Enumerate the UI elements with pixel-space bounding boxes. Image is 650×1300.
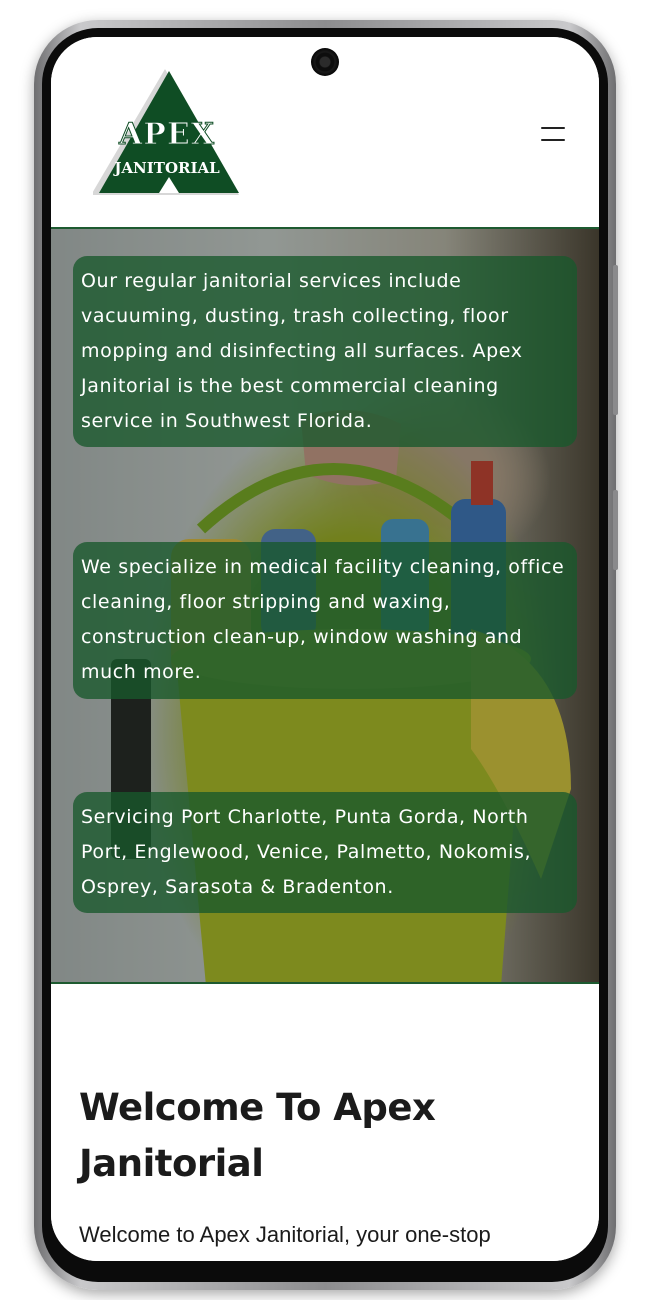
service-areas-info-box: Servicing Port Charlotte, Punta Gorda, N… bbox=[73, 792, 577, 913]
phone-screen: APEX JANITORIAL Our regular janitorial s… bbox=[51, 37, 599, 1261]
apex-janitorial-logo[interactable]: APEX JANITORIAL bbox=[93, 65, 241, 199]
service-areas-paragraph: Servicing Port Charlotte, Punta Gorda, N… bbox=[81, 806, 532, 898]
power-button bbox=[613, 490, 618, 570]
specialties-info-box: We specialize in medical facility cleani… bbox=[73, 542, 577, 699]
services-info-box: Our regular janitorial services include … bbox=[73, 256, 577, 447]
hero-section: Our regular janitorial services include … bbox=[51, 227, 599, 984]
menu-bar-bottom bbox=[541, 139, 565, 141]
welcome-section: Welcome To Apex Janitorial Welcome to Ap… bbox=[51, 984, 599, 1261]
welcome-heading: Welcome To Apex Janitorial bbox=[79, 1086, 436, 1185]
specialties-paragraph: We specialize in medical facility cleani… bbox=[81, 556, 565, 683]
volume-button bbox=[613, 265, 618, 415]
menu-bar-top bbox=[541, 127, 565, 129]
services-paragraph: Our regular janitorial services include … bbox=[81, 270, 523, 432]
front-camera-icon bbox=[311, 48, 339, 76]
welcome-intro-text: Welcome to Apex Janitorial, your one-sto… bbox=[79, 1222, 491, 1247]
hamburger-menu-button[interactable] bbox=[529, 121, 577, 151]
logo-text-apex: APEX bbox=[119, 117, 215, 153]
logo-text-janitorial: JANITORIAL bbox=[114, 159, 220, 177]
